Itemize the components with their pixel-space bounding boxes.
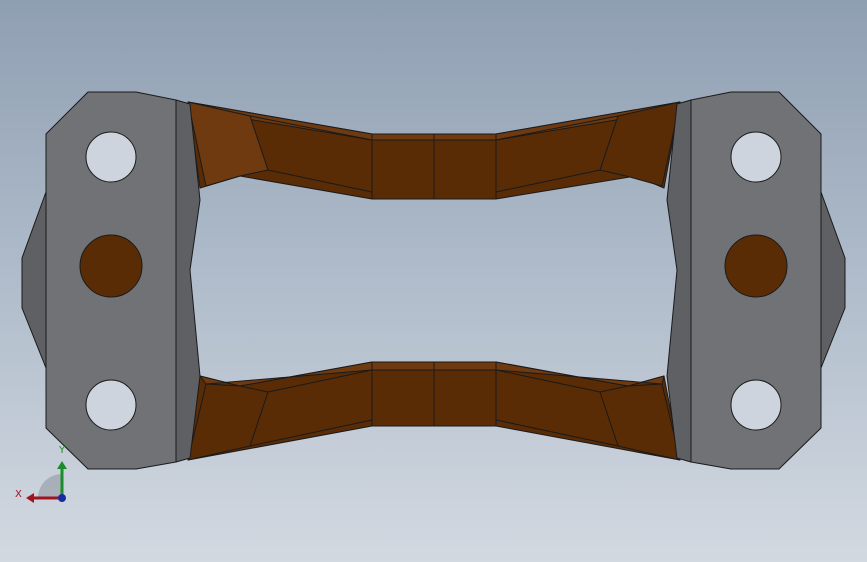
left-upper-bolt-hole[interactable] [85,131,137,183]
right-lower-bolt-hole[interactable] [730,379,782,431]
triad-xy-plane-arc [38,474,62,498]
model-canvas[interactable]: X Y [0,0,867,562]
right-center-bore[interactable] [724,234,788,298]
left-plate-edge-tab [21,191,47,369]
triad-y-label: Y [58,445,66,456]
left-mounting-plate[interactable] [21,91,201,470]
cad-viewport[interactable]: X Y [0,0,867,562]
right-plate-edge-tab [820,191,846,369]
lower-web [187,361,681,461]
triad-z-axis-dot [58,494,66,502]
triad-y-arrowhead [57,461,67,469]
upper-web [187,101,681,200]
orientation-triad: X Y [15,445,67,503]
left-lower-bolt-hole[interactable] [85,379,137,431]
left-center-bore[interactable] [79,234,143,298]
right-upper-bolt-hole[interactable] [730,131,782,183]
triad-x-label: X [15,489,22,500]
triad-x-arrowhead [26,493,34,503]
right-mounting-plate[interactable] [666,91,846,470]
